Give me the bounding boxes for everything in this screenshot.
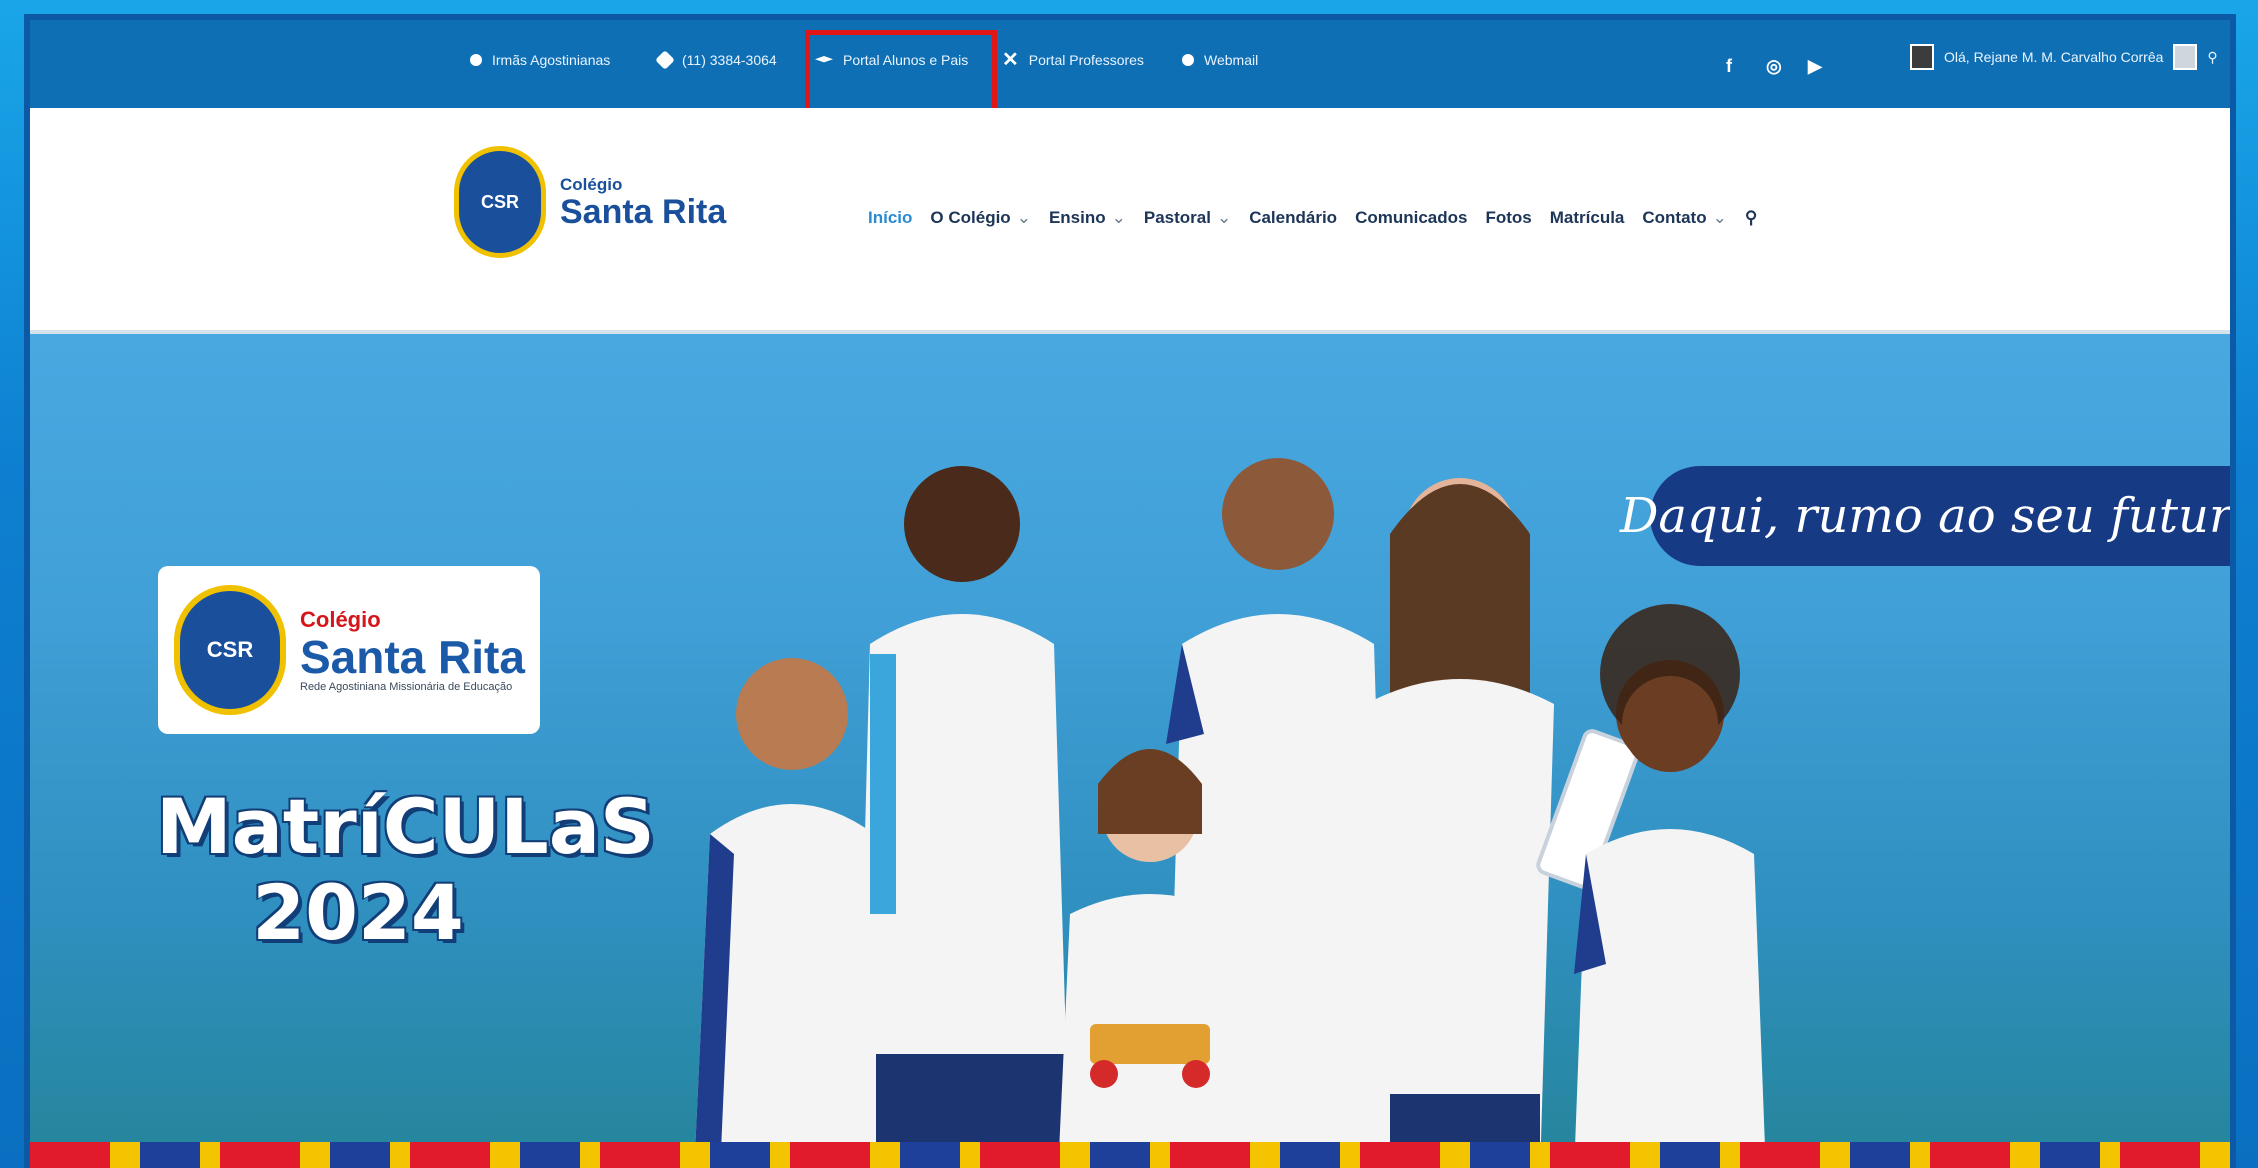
hero-banner[interactable]: CSR Colégio Santa Rita Rede Agostiniana … bbox=[30, 334, 2230, 1168]
info-circle-icon bbox=[1182, 54, 1194, 66]
nav-item-calendario[interactable]: Calendário bbox=[1249, 208, 1337, 228]
student-figure bbox=[856, 466, 1070, 1168]
hero-logo-small: Colégio bbox=[300, 607, 381, 632]
nav-item-matricula[interactable]: Matrícula bbox=[1550, 208, 1625, 228]
youtube-icon[interactable]: ▶ bbox=[1808, 56, 1822, 77]
top-link-label: (11) 3384-3064 bbox=[682, 52, 777, 68]
school-seal-icon: CSR bbox=[454, 146, 546, 258]
student-figure bbox=[1574, 604, 1766, 1168]
site-logo[interactable]: CSR Colégio Santa Rita bbox=[454, 146, 726, 258]
chevron-down-icon: ⌄ bbox=[1216, 208, 1232, 227]
hero-logo-sub: Rede Agostiniana Missionária de Educação bbox=[300, 681, 513, 693]
nav-item-pastoral[interactable]: Pastoral ⌄ bbox=[1144, 208, 1231, 228]
nav-item-contato[interactable]: Contato ⌄ bbox=[1642, 208, 1726, 228]
browser-viewport: Irmãs Agostinianas (11) 3384-3064 Portal… bbox=[30, 20, 2230, 1168]
nav-item-label: Ensino bbox=[1048, 208, 1106, 227]
chevron-down-icon: ⌄ bbox=[1111, 208, 1126, 227]
students-photo bbox=[694, 458, 1766, 1168]
brand-big: Santa Rita bbox=[560, 193, 727, 231]
nav-item-inicio[interactable]: Início bbox=[868, 208, 912, 228]
top-link-portal-professores[interactable]: ✕ Portal Professores bbox=[1002, 49, 1144, 71]
top-bar: Irmãs Agostinianas (11) 3384-3064 Portal… bbox=[30, 20, 2230, 108]
x-icon: ✕ bbox=[1002, 49, 1019, 71]
hero-title-line2: 2024 bbox=[252, 868, 464, 957]
top-link-label: Irmãs Agostinianas bbox=[492, 52, 611, 68]
nav-item-ensino[interactable]: Ensino ⌄ bbox=[1049, 208, 1126, 228]
search-icon[interactable]: ⚲ bbox=[2207, 49, 2217, 66]
screen-frame: Irmãs Agostinianas (11) 3384-3064 Portal… bbox=[0, 0, 2258, 1168]
top-link-webmail[interactable]: Webmail bbox=[1182, 52, 1258, 68]
user-avatar-icon bbox=[1910, 44, 1934, 70]
chevron-down-icon: ⌄ bbox=[1712, 208, 1727, 227]
hero-logo-big: Santa Rita bbox=[300, 631, 525, 683]
school-seal-icon: CSR bbox=[174, 585, 286, 715]
site-header: CSR Colégio Santa Rita Início O Colégio ⌄… bbox=[30, 108, 2230, 334]
avatar bbox=[2173, 44, 2198, 70]
nav-item-label: Contato bbox=[1642, 208, 1707, 227]
search-icon[interactable]: ⚲ bbox=[1745, 208, 1757, 228]
phone-icon bbox=[655, 50, 675, 70]
top-link-label: Portal Professores bbox=[1028, 52, 1144, 68]
user-menu[interactable]: Olá, Rejane M. M. Carvalho Corrêa ⚲ bbox=[1910, 44, 2218, 70]
facebook-icon[interactable]: f bbox=[1726, 56, 1732, 77]
hero-title-line1: MatríCULaS bbox=[156, 782, 655, 871]
main-nav: Início O Colégio ⌄ Ensino ⌄ Pastoral ⌄ Cale… bbox=[868, 208, 1757, 228]
nav-item-label: O Colégio bbox=[930, 208, 1011, 227]
nav-item-o-colegio[interactable]: O Colégio ⌄ bbox=[930, 208, 1031, 228]
hero-title: MatríCULaS 2024 bbox=[156, 782, 655, 957]
top-link-phone[interactable]: (11) 3384-3064 bbox=[655, 50, 777, 70]
instagram-icon[interactable]: ◎ bbox=[1766, 56, 1782, 77]
highlight-box bbox=[805, 30, 997, 116]
nav-item-comunicados[interactable]: Comunicados bbox=[1355, 208, 1467, 228]
chevron-down-icon: ⌄ bbox=[1016, 208, 1031, 227]
top-link-label: Webmail bbox=[1204, 52, 1259, 68]
user-greeting: Olá, Rejane M. M. Carvalho Corrêa bbox=[1944, 49, 2164, 65]
nav-item-label: Pastoral bbox=[1143, 208, 1211, 227]
info-circle-icon bbox=[470, 54, 482, 66]
top-link-irmas-agostinianas[interactable]: Irmãs Agostinianas bbox=[470, 52, 610, 68]
brand-small: Colégio bbox=[560, 175, 623, 194]
hero-logo: CSR Colégio Santa Rita Rede Agostiniana … bbox=[158, 566, 540, 734]
nav-item-fotos[interactable]: Fotos bbox=[1485, 208, 1531, 228]
decorative-band bbox=[30, 1142, 2230, 1168]
